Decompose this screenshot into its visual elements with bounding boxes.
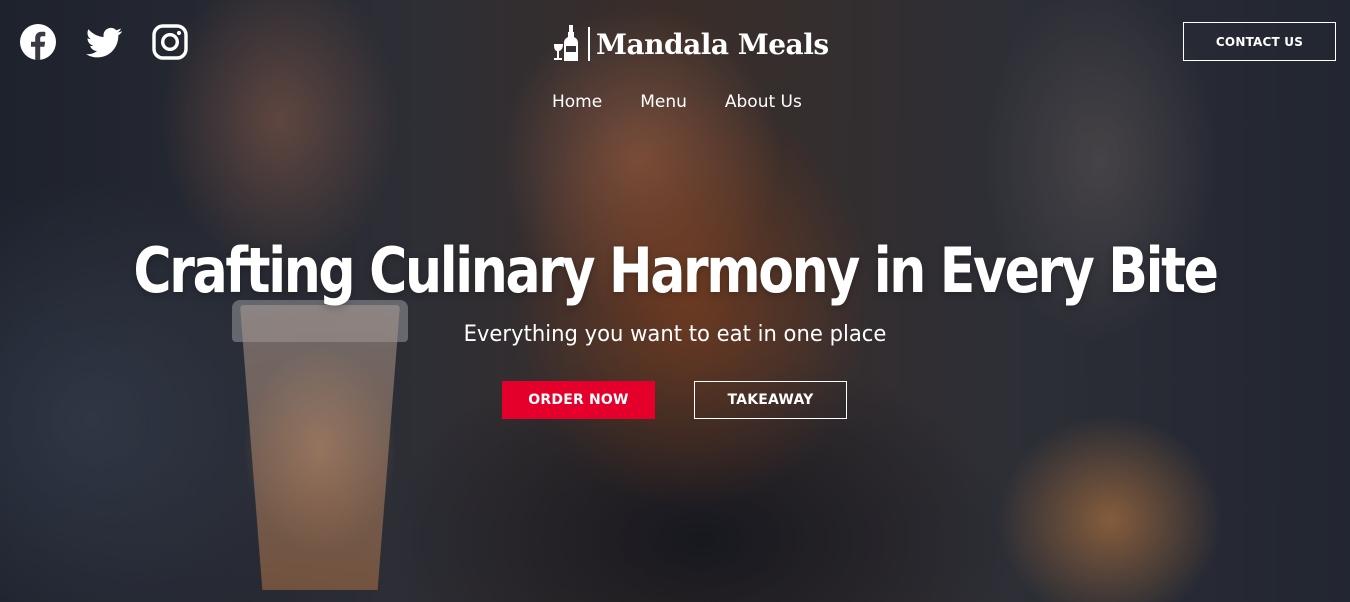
brand-name: Mandala Meals — [596, 27, 829, 61]
social-links — [18, 22, 190, 62]
contact-us-button[interactable]: CONTACT US — [1183, 22, 1336, 61]
twitter-link[interactable] — [84, 22, 124, 62]
twitter-icon — [86, 27, 122, 58]
hero-cta-group: ORDER NOW TAKEAWAY — [502, 381, 847, 419]
facebook-icon — [20, 24, 56, 60]
nav-item-menu[interactable]: Menu — [640, 92, 687, 112]
order-now-button[interactable]: ORDER NOW — [502, 381, 655, 419]
nav-item-home[interactable]: Home — [552, 92, 602, 112]
instagram-link[interactable] — [150, 22, 190, 62]
wine-bottle-glass-icon — [552, 24, 582, 64]
facebook-link[interactable] — [18, 22, 58, 62]
takeaway-button[interactable]: TAKEAWAY — [694, 381, 847, 419]
hero-subline: Everything you want to eat in one place — [463, 322, 887, 347]
nav-item-about-us[interactable]: About Us — [725, 92, 802, 112]
brand-logo[interactable]: Mandala Meals — [552, 24, 829, 64]
main-nav: Home Menu About Us — [552, 92, 802, 112]
hero-headline: Crafting Culinary Harmony in Every Bite — [133, 234, 1219, 307]
instagram-icon — [152, 24, 188, 60]
brand-divider — [588, 27, 590, 61]
